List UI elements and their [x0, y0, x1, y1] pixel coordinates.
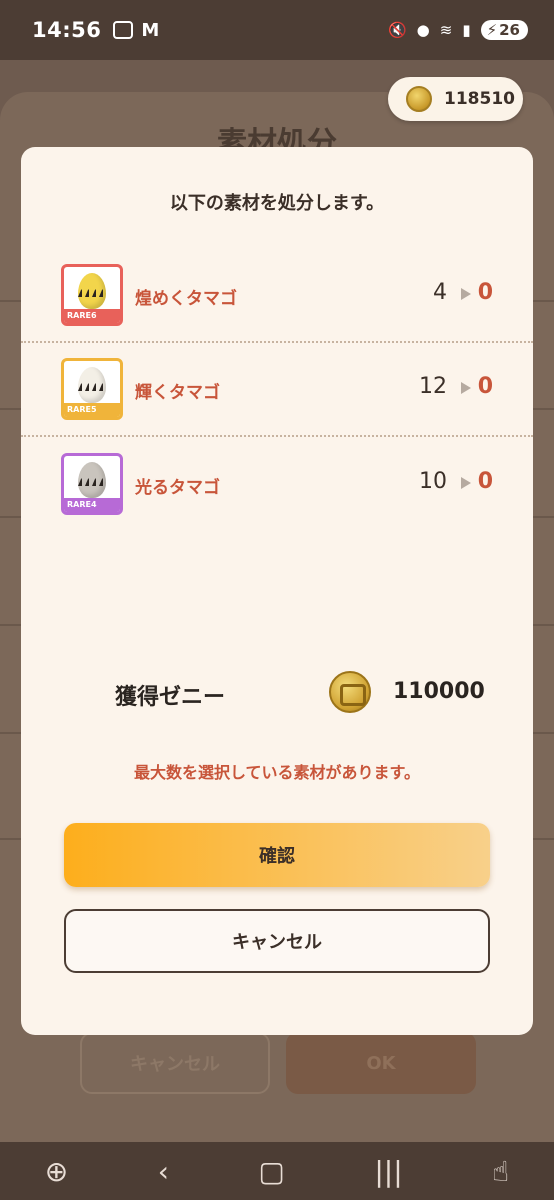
background-cancel-button: キャンセル: [80, 1032, 270, 1094]
item-divider: [21, 435, 533, 437]
zeny-balance-chip: 118510: [388, 77, 523, 121]
arrow-right-icon: [461, 382, 471, 394]
home-icon[interactable]: ▢: [258, 1155, 284, 1188]
item-name: 光るタマゴ: [135, 478, 220, 498]
status-time: 14:56: [32, 18, 102, 42]
item-count: 4: [433, 280, 447, 305]
confirm-button[interactable]: 確認: [64, 823, 490, 887]
rarity-badge: RARE4: [64, 498, 120, 512]
zeny-coin-icon: [406, 86, 432, 112]
status-bar: 14:56 M 🔇 ● ≋ ▮ ⚡ 26: [0, 0, 554, 60]
item-result-count: 0: [477, 280, 493, 305]
gamepad-icon[interactable]: ⊕: [45, 1155, 68, 1188]
zeny-gain-label: 獲得ゼニー: [115, 685, 226, 710]
item-count: 12: [419, 374, 447, 399]
cancel-button[interactable]: キャンセル: [64, 909, 490, 973]
zeny-coin-icon: [329, 671, 371, 713]
item-result-count: 0: [477, 374, 493, 399]
zeny-balance: 118510: [444, 89, 515, 109]
list-item: RARE5 輝くタマゴ 12 0: [21, 358, 533, 452]
zeny-gain-row: 獲得ゼニー 110000: [21, 669, 533, 719]
egg-icon: [78, 367, 106, 403]
item-divider: [21, 341, 533, 343]
arrow-right-icon: [461, 288, 471, 300]
touch-lock-icon[interactable]: ☝: [492, 1155, 509, 1188]
wifi-icon: ≋: [439, 21, 453, 39]
item-result-count: 0: [477, 469, 493, 494]
list-item: RARE4 光るタマゴ 10 0: [21, 453, 533, 547]
item-count: 10: [419, 469, 447, 494]
rarity-badge: RARE5: [64, 403, 120, 417]
max-selected-warning: 最大数を選択している素材があります。: [134, 763, 420, 782]
signal-icon: ▮: [462, 21, 471, 39]
battery-charging-icon: ⚡: [486, 21, 498, 39]
screenshot-icon: [113, 21, 134, 39]
battery-indicator: ⚡ 26: [480, 20, 528, 40]
item-name: 輝くタマゴ: [135, 383, 220, 403]
egg-icon: [78, 273, 106, 309]
navigation-bar: ⊕ ‹ ▢ ||| ☝: [0, 1142, 554, 1200]
arrow-right-icon: [461, 477, 471, 489]
battery-level: 26: [499, 21, 520, 39]
location-icon: ●: [416, 21, 430, 39]
item-name: 煌めくタマゴ: [135, 289, 237, 309]
dispose-dialog: 以下の素材を処分します。 RARE6 煌めくタマゴ 4 0 RARE5 輝くタマ…: [21, 147, 533, 1035]
recents-icon[interactable]: |||: [374, 1155, 402, 1188]
mute-icon: 🔇: [387, 21, 407, 39]
dialog-message: 以下の素材を処分します。: [169, 193, 385, 214]
zeny-gain-amount: 110000: [393, 679, 485, 704]
egg-icon: [78, 462, 106, 498]
item-icon: RARE6: [61, 264, 123, 326]
rarity-badge: RARE6: [64, 309, 120, 323]
item-icon: RARE5: [61, 358, 123, 420]
background-ok-button: OK: [286, 1032, 476, 1094]
mail-icon: M: [141, 19, 160, 41]
item-icon: RARE4: [61, 453, 123, 515]
list-item: RARE6 煌めくタマゴ 4 0: [21, 264, 533, 358]
chevron-left-icon[interactable]: ‹: [158, 1155, 169, 1188]
